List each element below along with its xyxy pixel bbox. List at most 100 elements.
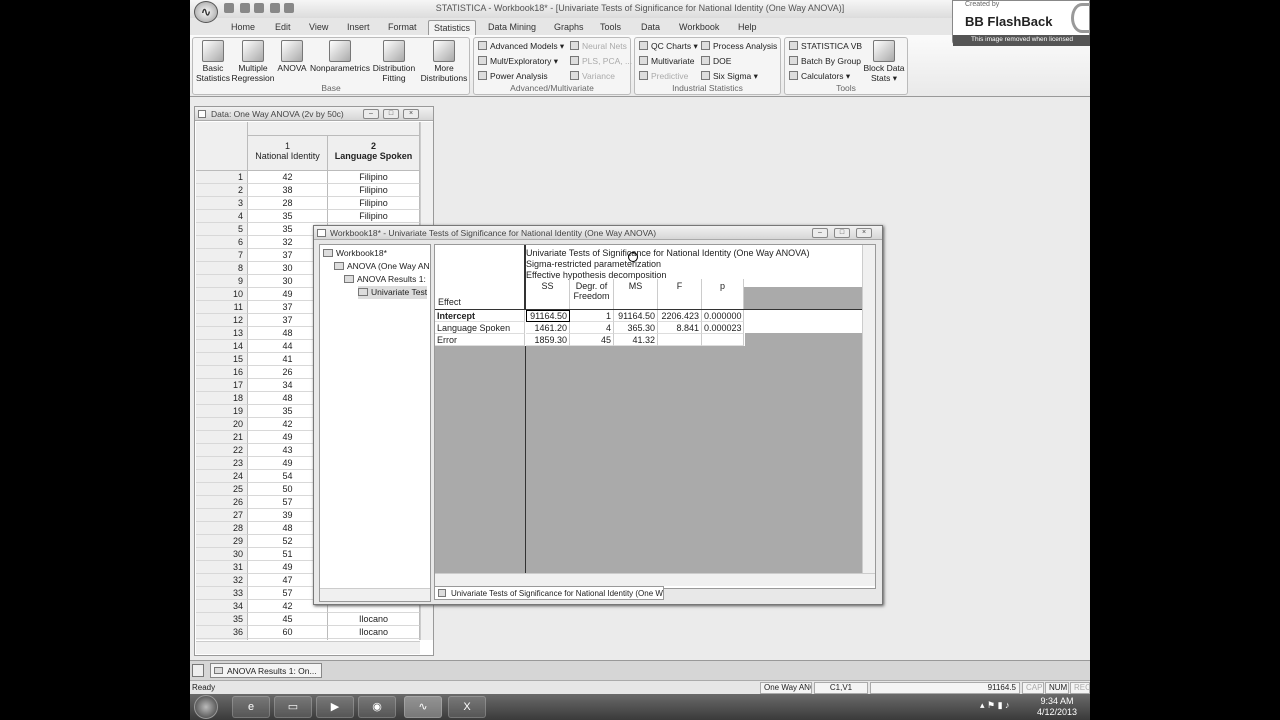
row-number-cell[interactable]: 34 [196,600,248,613]
value-cell[interactable]: 91164.50 [614,310,658,322]
multivariate-button[interactable]: Multivariate [639,55,694,68]
value-cell[interactable]: 0.000000 [702,310,744,322]
value-cell[interactable]: 2206.423 [658,310,702,322]
tab-data[interactable]: Data [636,20,665,35]
row-number-cell[interactable]: 11 [196,301,248,314]
mult-exploratory-button[interactable]: Mult/Exploratory ▾ [478,55,558,68]
row-number-cell[interactable]: 14 [196,340,248,353]
tab-edit[interactable]: Edit [270,20,296,35]
workbook-tree[interactable]: Workbook18* ANOVA (One Way AN ANOVA Resu… [319,244,431,602]
column-header[interactable]: F [658,279,702,309]
statistica-taskbar-icon[interactable]: ∿ [404,696,442,718]
national-identity-cell[interactable]: 45 [248,613,328,626]
nonparametrics-button[interactable]: Nonparametrics [309,40,371,73]
value-cell[interactable]: 4 [570,322,614,334]
horizontal-scrollbar[interactable] [196,641,420,654]
minimize-button[interactable]: – [363,109,379,119]
tab-data-mining[interactable]: Data Mining [483,20,541,35]
minimize-button[interactable]: – [812,228,828,238]
row-number-cell[interactable]: 35 [196,613,248,626]
predictive-button[interactable]: Predictive [639,70,688,83]
row-number-cell[interactable]: 33 [196,587,248,600]
effect-cell[interactable]: Error [435,334,525,346]
task-item-anova-results[interactable]: ANOVA Results 1: On... [210,663,322,678]
power-analysis-button[interactable]: Power Analysis [478,70,548,83]
distribution-fitting-button[interactable]: Distribution Fitting [371,40,417,83]
more-distributions-button[interactable]: More Distributions [419,40,469,83]
column-header-language-spoken[interactable]: 2 Language Spoken [328,136,420,171]
tab-tools[interactable]: Tools [595,20,626,35]
row-number-cell[interactable]: 24 [196,470,248,483]
column-header[interactable]: SS [526,279,570,309]
batch-by-group-button[interactable]: Batch By Group [789,55,861,68]
row-number-cell[interactable]: 2 [196,184,248,197]
sheet-vertical-scrollbar[interactable] [862,245,875,573]
national-identity-cell[interactable]: 51 [248,639,328,640]
sheet-tab[interactable]: Univariate Tests of Significance for Nat… [434,586,664,600]
row-number-cell[interactable]: 21 [196,431,248,444]
tab-view[interactable]: View [304,20,333,35]
row-number-cell[interactable]: 23 [196,457,248,470]
national-identity-cell[interactable]: 28 [248,197,328,210]
media-player-icon[interactable]: ▶ [316,696,354,718]
tree-node-anova-results[interactable]: ANOVA Results 1: [344,273,426,286]
tab-insert[interactable]: Insert [342,20,375,35]
calculators-button[interactable]: Calculators ▾ [789,70,850,83]
column-header[interactable]: p [702,279,744,309]
anova-button[interactable]: ANOVA [275,40,309,73]
ie-icon[interactable]: e [232,696,270,718]
pls-pca-button[interactable]: PLS, PCA, ... [570,55,632,68]
row-number-cell[interactable]: 28 [196,522,248,535]
row-number-cell[interactable]: 5 [196,223,248,236]
process-analysis-button[interactable]: Process Analysis [701,40,777,53]
tree-node-anova[interactable]: ANOVA (One Way AN [334,260,430,273]
row-number-cell[interactable]: 15 [196,353,248,366]
effect-cell[interactable]: Intercept [435,310,525,322]
row-number-cell[interactable]: 10 [196,288,248,301]
close-button[interactable]: × [403,109,419,119]
clock[interactable]: 9:34 AM 4/12/2013 [1028,696,1086,718]
row-number-cell[interactable]: 29 [196,535,248,548]
tab-graphs[interactable]: Graphs [549,20,589,35]
statistica-vb-button[interactable]: STATISTICA VB [789,40,862,53]
row-number-cell[interactable]: 18 [196,392,248,405]
tree-node-workbook[interactable]: Workbook18* [323,247,387,260]
row-number-cell[interactable]: 3 [196,197,248,210]
row-number-cell[interactable]: 27 [196,509,248,522]
block-data-stats-button[interactable]: Block Data Stats ▾ [861,40,907,83]
column-header[interactable]: Degr. of Freedom [570,279,614,309]
tab-workbook[interactable]: Workbook [674,20,724,35]
multiple-regression-button[interactable]: Multiple Regression [231,40,275,83]
tab-format[interactable]: Format [383,20,422,35]
language-spoken-cell[interactable]: Ilocano [328,626,420,639]
national-identity-cell[interactable]: 35 [248,210,328,223]
results-spreadsheet[interactable]: Effect Univariate Tests of Significance … [434,244,876,589]
row-number-cell[interactable]: 31 [196,561,248,574]
corner-cell[interactable] [196,122,248,171]
row-number-cell[interactable]: 22 [196,444,248,457]
value-cell[interactable]: 365.30 [614,322,658,334]
maximize-button[interactable]: □ [834,228,850,238]
chrome-icon[interactable]: ◉ [358,696,396,718]
language-spoken-cell[interactable]: Filipino [328,210,420,223]
basic-statistics-button[interactable]: Basic Statistics [195,40,231,83]
tab-statistics[interactable]: Statistics [428,20,477,35]
tray-icons[interactable]: ▴ ⚑ ▮ ♪ [980,700,1010,711]
app-orb-button[interactable]: ∿ [194,1,218,23]
national-identity-cell[interactable]: 60 [248,626,328,639]
value-cell[interactable]: 1461.20 [526,322,570,334]
effect-cell[interactable]: Language Spoken [435,322,525,334]
row-number-cell[interactable]: 4 [196,210,248,223]
row-number-cell[interactable]: 16 [196,366,248,379]
doe-button[interactable]: DOE [701,55,731,68]
tree-horizontal-scrollbar[interactable] [320,588,430,601]
neural-nets-button[interactable]: Neural Nets [570,40,627,53]
tab-home[interactable]: Home [226,20,260,35]
tree-node-univariate-tests[interactable]: Univariate Test [358,286,428,299]
row-number-cell[interactable]: 12 [196,314,248,327]
row-number-cell[interactable]: 17 [196,379,248,392]
sheet-horizontal-scrollbar[interactable] [435,573,875,586]
language-spoken-cell[interactable]: Ilocano [328,639,420,640]
row-number-cell[interactable]: 36 [196,626,248,639]
column-header-national-identity[interactable]: 1 National Identity [248,136,328,171]
